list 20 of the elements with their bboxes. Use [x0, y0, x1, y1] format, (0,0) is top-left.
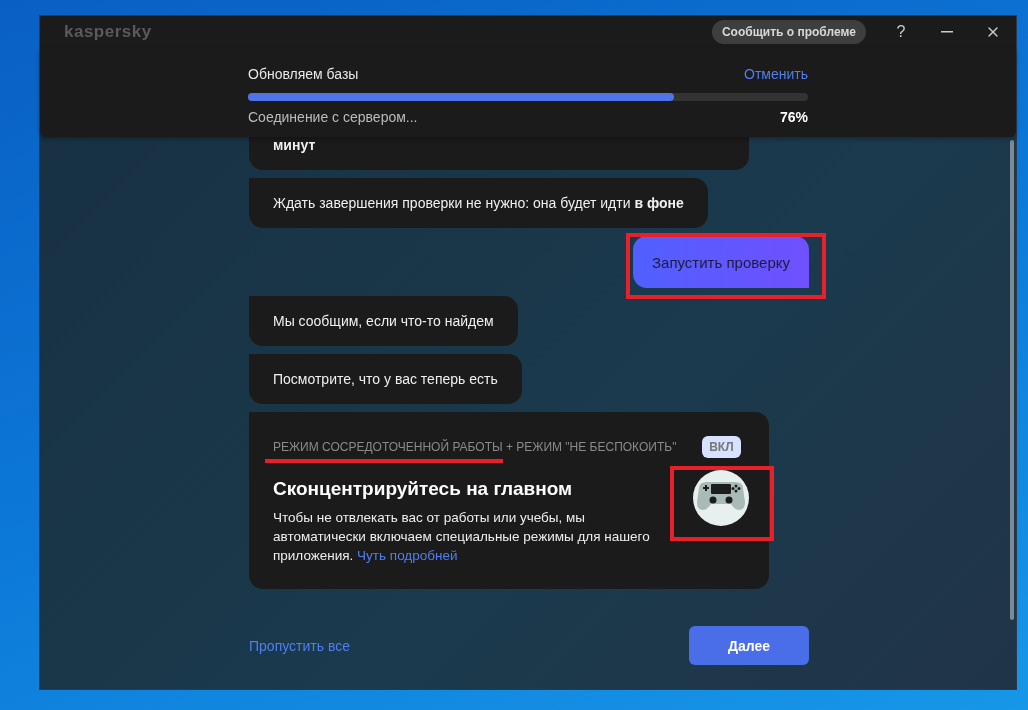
next-button[interactable]: Далее: [689, 626, 809, 665]
card-description: Чтобы не отвлекать вас от работы или учебы, мы автоматически включаем специальные режимы для нашего приложения. Чуть подробней: [273, 509, 651, 565]
report-problem-button[interactable]: Сообщить о проблеме: [711, 20, 866, 44]
card-title: Сконцентрируйтесь на главном: [273, 478, 574, 500]
cancel-link[interactable]: Отменить: [744, 66, 808, 82]
card-label: РЕЖИМ СОСРЕДОТОЧЕННОЙ РАБОТЫ + РЕЖИМ "НЕ БЕСПОКОИТЬ": [273, 440, 677, 456]
status-badge: ВКЛ: [702, 436, 741, 458]
help-button[interactable]: ?: [878, 16, 924, 48]
minimize-icon: [941, 31, 953, 33]
chat-message: Мы сообщим, если что-то найдем: [249, 296, 518, 346]
scrollbar[interactable]: [1010, 140, 1014, 620]
gamepad-icon: [693, 470, 750, 526]
update-title: Обновляем базы: [248, 66, 359, 82]
chat-message: Ждать завершения проверки не нужно: она будет идти в фоне: [249, 178, 708, 228]
chat-message: Посмотрите, что у вас теперь есть: [249, 354, 522, 404]
app-logo: kaspersky: [64, 22, 153, 42]
skip-all-link[interactable]: Пропустить все: [249, 637, 350, 654]
start-scan-button[interactable]: Запустить проверку: [633, 236, 809, 288]
more-link[interactable]: Чуть подробней: [357, 548, 458, 563]
progress-percent: 76%: [779, 109, 808, 125]
